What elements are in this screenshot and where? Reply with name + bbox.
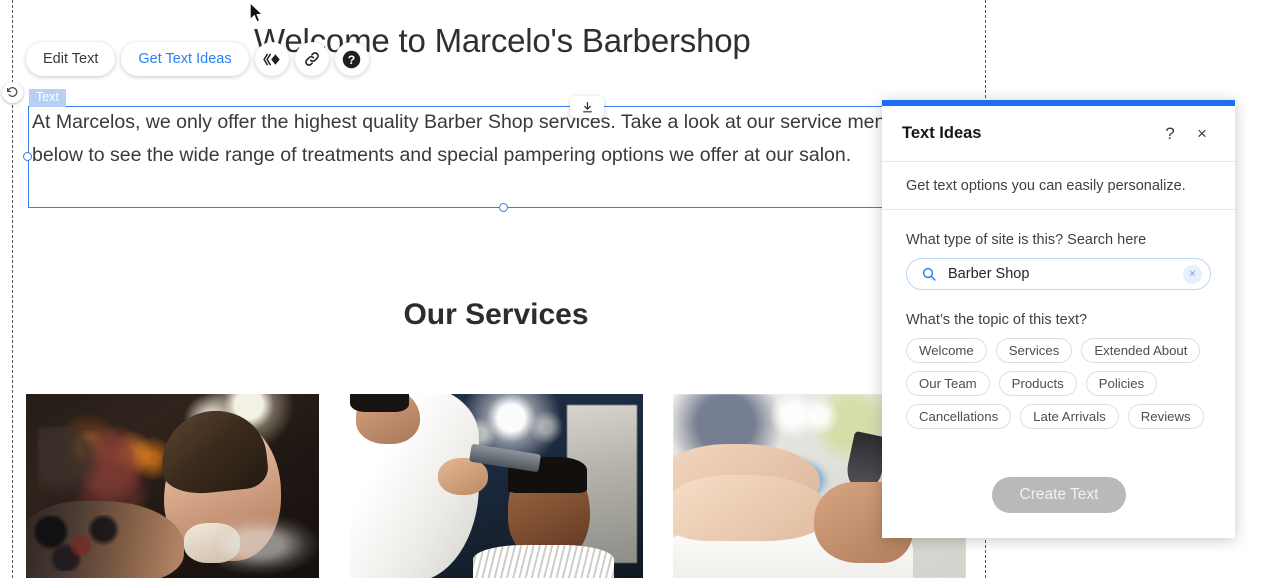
topic-chip-our-team[interactable]: Our Team (906, 371, 990, 396)
resize-handle-bottom[interactable] (499, 203, 508, 212)
site-type-search-field[interactable]: Barber Shop × (906, 258, 1211, 290)
panel-body: What type of site is this? Search here B… (882, 210, 1235, 429)
rotate-icon (7, 87, 18, 97)
topic-chip-policies[interactable]: Policies (1085, 371, 1158, 396)
topic-chip-late-arrivals[interactable]: Late Arrivals (1020, 404, 1119, 429)
get-text-ideas-button[interactable]: Get Text Ideas (121, 42, 249, 76)
animation-button[interactable] (254, 42, 289, 76)
svg-text:?: ? (348, 52, 355, 66)
clear-search-button[interactable]: × (1183, 264, 1202, 284)
topic-chip-welcome[interactable]: Welcome (906, 338, 987, 363)
photo-barber-cape (473, 544, 614, 578)
link-button[interactable] (294, 42, 329, 76)
panel-title: Text Ideas (902, 124, 982, 142)
barber-shaving-client-photo[interactable] (26, 394, 319, 578)
photo-tattoos (31, 515, 126, 571)
download-icon (582, 101, 592, 112)
topic-chip-products[interactable]: Products (998, 371, 1077, 396)
site-type-label: What type of site is this? Search here (906, 232, 1147, 248)
create-text-button[interactable]: Create Text (992, 477, 1126, 513)
services-section-heading: Our Services (403, 298, 589, 331)
panel-header: Text Ideas ? × (882, 106, 1235, 162)
photo-barber-hand (437, 458, 488, 496)
topic-chip-services[interactable]: Services (995, 338, 1073, 363)
element-toolbar: Edit Text Get Text Ideas ? (26, 42, 369, 76)
panel-subtitle: Get text options you can easily personal… (882, 162, 1235, 210)
search-input[interactable]: Barber Shop (948, 266, 1183, 282)
download-button[interactable] (570, 96, 604, 118)
help-button[interactable]: ? (334, 42, 369, 76)
rotate-handle[interactable] (2, 82, 23, 103)
topic-chip-cancellations[interactable]: Cancellations (906, 404, 1012, 429)
topic-question-label: What’s the topic of this text? (906, 312, 1088, 328)
topic-chip-list: Welcome Services Extended About Our Team… (906, 338, 1211, 429)
photo-barber-hair (350, 394, 409, 413)
editor-canvas: Welcome to Marcelo's Barbershop At Marce… (0, 0, 1263, 578)
link-icon (304, 52, 319, 66)
topic-chip-extended-about[interactable]: Extended About (1081, 338, 1201, 363)
text-ideas-panel: Text Ideas ? × Get text options you can … (882, 100, 1235, 538)
help-icon: ? (342, 50, 361, 68)
mouse-cursor (249, 2, 264, 23)
barber-clipper-cut-photo[interactable] (350, 394, 643, 578)
topic-chip-reviews[interactable]: Reviews (1127, 404, 1204, 429)
selection-type-badge: Text (29, 89, 66, 107)
resize-handle-left[interactable] (23, 152, 32, 161)
photo-steam (219, 515, 319, 575)
search-icon (922, 267, 936, 281)
selection-box (28, 106, 884, 208)
animation-icon (263, 53, 280, 65)
edit-text-button[interactable]: Edit Text (26, 42, 116, 76)
panel-help-button[interactable]: ? (1157, 121, 1183, 147)
panel-close-button[interactable]: × (1189, 121, 1215, 147)
